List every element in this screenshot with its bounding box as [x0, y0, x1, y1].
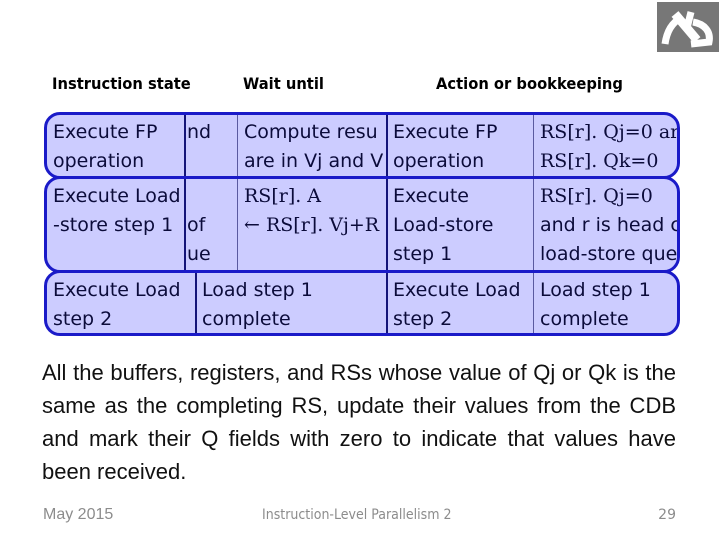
footer-title: Instruction-Level Parallelism 2 [262, 507, 452, 523]
hidden-fragment-cell: of ue [185, 179, 237, 270]
hidden-fragment-cell: nd [185, 115, 237, 176]
body-paragraph: All the buffers, registers, and RSs whos… [42, 356, 676, 488]
cell-line: ← RS[r]. Vj+R [244, 214, 380, 236]
cell-line: Load-store [393, 214, 494, 236]
cell-line: RS[r]. Qj=0 [540, 185, 653, 207]
page-number: 29 [658, 507, 676, 523]
action-state-cell: Execute FP operation [387, 115, 533, 176]
cell-line: Execute FP [393, 121, 498, 143]
cell-line: Load step 1 [202, 279, 313, 301]
action-cell: RS[r]. Qj=0 ar RS[r]. Qk=0 [534, 115, 680, 176]
wait-cell: Load step 1 complete [196, 273, 386, 333]
state-cell: Execute Load step 2 [47, 273, 195, 333]
cell-line: Execute Load [53, 185, 181, 207]
cell-line: ue [187, 243, 211, 265]
wait-cell: RS[r]. A ← RS[r]. Vj+R [238, 179, 386, 270]
header-instruction-state: Instruction state [52, 74, 191, 93]
table-row: Execute Load -store step 1 of ue RS[r]. … [44, 176, 680, 273]
cell-line: Execute Load [53, 279, 181, 301]
cell-line: operation [393, 150, 485, 172]
cell-line: RS[r]. A [244, 185, 322, 207]
cell-line: operation [53, 150, 145, 172]
table-row: Execute FP operation nd Compute resu are… [44, 112, 680, 179]
action-cell: Load step 1 complete [534, 273, 677, 333]
cell-line: RS[r]. Qj=0 ar [540, 121, 680, 143]
cell-line: nd [187, 121, 212, 143]
cell-line: step 2 [53, 308, 113, 330]
cell-line: of [187, 214, 206, 236]
body-text: All the buffers, registers, and RSs whos… [42, 360, 676, 484]
cell-line: step 2 [393, 308, 453, 330]
cell-line: Execute Load [393, 279, 521, 301]
action-cell: RS[r]. Qj=0 and r is head c load-store q… [534, 179, 680, 270]
technion-logo-icon [657, 2, 719, 52]
cell-line: Execute FP [53, 121, 158, 143]
cell-line: Compute resu [244, 121, 378, 143]
tomasulo-table: Execute FP operation nd Compute resu are… [44, 112, 680, 336]
table-row: Execute Load step 2 Load step 1 complete… [44, 270, 680, 336]
cell-line: -store step 1 [53, 214, 174, 236]
cell-line: Load step 1 [540, 279, 651, 301]
cell-line: load-store que [540, 243, 678, 265]
cell-line: complete [540, 308, 629, 330]
cell-line [187, 182, 237, 211]
cell-line: are in Vj and V [244, 150, 384, 172]
cell-line: complete [202, 308, 291, 330]
header-action: Action or bookkeeping [436, 74, 623, 93]
action-state-cell: Execute Load step 2 [387, 273, 533, 333]
header-wait-until: Wait until [243, 74, 324, 93]
cell-line: Execute [393, 185, 469, 207]
action-state-cell: Execute Load-store step 1 [387, 179, 533, 270]
wait-cell: Compute resu are in Vj and V [238, 115, 386, 176]
state-cell: Execute Load -store step 1 [47, 179, 185, 270]
cell-line: and r is head c [540, 214, 680, 236]
cell-line: RS[r]. Qk=0 [540, 150, 659, 172]
state-cell: Execute FP operation [47, 115, 185, 176]
footer-date: May 2015 [43, 506, 114, 523]
cell-line: step 1 [393, 243, 453, 265]
